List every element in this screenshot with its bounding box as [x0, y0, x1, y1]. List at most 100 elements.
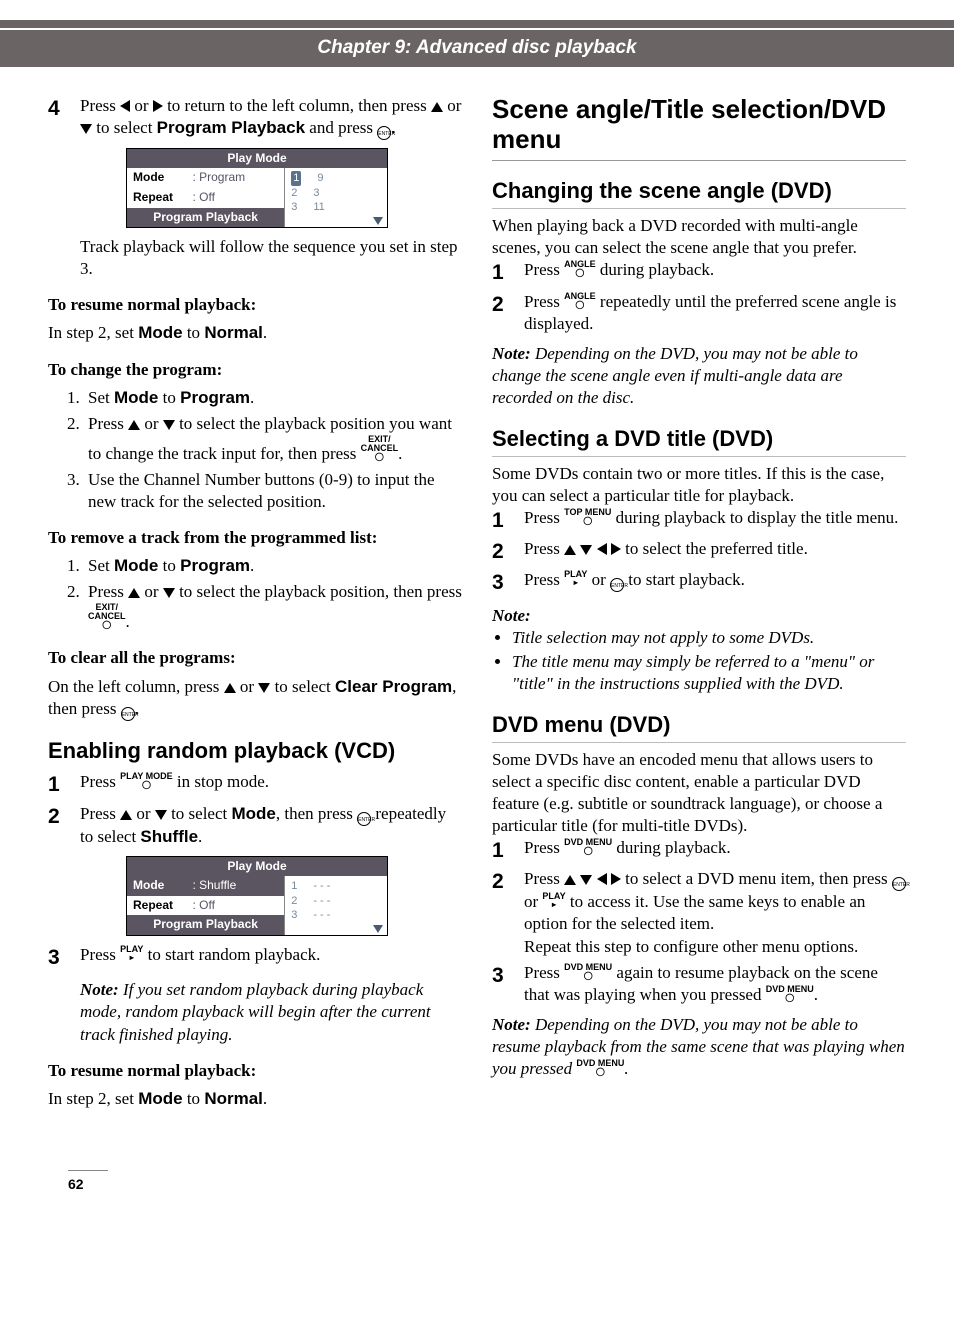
remove-heading: To remove a track from the programmed li… — [48, 527, 462, 549]
panel-repeat-value: : Off — [192, 898, 278, 914]
label-mode: Mode — [138, 323, 182, 342]
note-body: . — [624, 1059, 628, 1078]
list-item: Set Mode to Program. — [84, 387, 462, 409]
text: Press — [88, 414, 128, 433]
step-body: Press TOP MENU◯ during playback to displ… — [524, 507, 906, 534]
panel-title: Play Mode — [127, 149, 387, 169]
list-item: Title selection may not apply to some DV… — [512, 627, 906, 649]
panel-mode-label: Mode — [133, 878, 184, 894]
arrow-down-icon — [163, 588, 175, 598]
text: , then press — [276, 804, 357, 823]
text: . — [135, 699, 139, 718]
text: to start playback. — [624, 570, 745, 589]
text: in stop mode. — [173, 772, 269, 791]
play-icon: PLAY▸ — [542, 892, 565, 909]
change-heading: To change the program: — [48, 359, 462, 381]
list-item: Press or to select the playback position… — [84, 413, 462, 465]
label-mode: Mode — [138, 1089, 182, 1108]
label-clear-program: Clear Program — [335, 677, 452, 696]
step-body: Press PLAY▸ to start random playback. — [80, 944, 462, 971]
text: and press — [309, 118, 377, 137]
play-icon: PLAY▸ — [564, 570, 587, 587]
note-body: If you set random playback during playba… — [80, 980, 431, 1043]
arrow-down-icon — [155, 810, 167, 820]
list-item: Press or to select the playback position… — [84, 581, 462, 633]
arrow-left-icon — [597, 543, 607, 555]
step-body: Press or to select Mode, then press ENTE… — [80, 803, 462, 848]
text: to select — [167, 804, 232, 823]
panel-cell: 3 — [291, 200, 297, 214]
panel-repeat-label: Repeat — [133, 898, 184, 914]
resume-heading: To resume normal playback: — [48, 1060, 462, 1082]
step-number: 1 — [48, 771, 66, 798]
enter-icon: ENTER — [892, 877, 906, 891]
dvd-menu-icon: DVD MENU◯ — [564, 838, 612, 855]
arrow-up-icon — [224, 683, 236, 693]
arrow-up-icon — [120, 810, 132, 820]
step-number: 2 — [492, 868, 510, 957]
panel-cell: 1 — [291, 171, 301, 185]
text: Press — [524, 260, 564, 279]
text: or — [140, 582, 163, 601]
note-label: Note: — [80, 980, 119, 999]
panel-cell: - - - — [313, 894, 330, 908]
arrow-down-icon — [258, 683, 270, 693]
angle-icon: ANGLE◯ — [564, 260, 596, 277]
text: . — [814, 985, 818, 1004]
panel-cell: 3 — [291, 908, 297, 922]
step-number: 2 — [492, 538, 510, 565]
step-number: 4 — [48, 95, 66, 140]
text: to start random playback. — [143, 945, 320, 964]
arrow-right-icon — [611, 873, 621, 885]
list-item: Use the Channel Number buttons (0-9) to … — [84, 469, 462, 513]
step-number: 3 — [48, 944, 66, 971]
text: . — [263, 1089, 267, 1108]
text: On the left column, press — [48, 677, 224, 696]
text: Press — [80, 804, 120, 823]
note-label: Note: — [492, 344, 531, 363]
panel-cell: 9 — [317, 171, 323, 185]
note-body: Depending on the DVD, you may not be abl… — [492, 344, 858, 407]
panel-cell: 1 — [291, 879, 297, 893]
label-mode: Mode — [232, 804, 276, 823]
step-body: Press PLAY MODE◯ in stop mode. — [80, 771, 462, 798]
dvd-menu-heading: DVD menu (DVD) — [492, 711, 906, 743]
text: during playback. — [596, 260, 715, 279]
changing-scene-angle-heading: Changing the scene angle (DVD) — [492, 177, 906, 209]
chapter-title: Chapter 9: Advanced disc playback — [0, 30, 954, 67]
remove-list: Set Mode to Program. Press or to select … — [84, 555, 462, 633]
left-column: 4 Press or to return to the left column,… — [48, 95, 462, 1110]
selecting-dvd-title-heading: Selecting a DVD title (DVD) — [492, 425, 906, 457]
text: or — [140, 414, 163, 433]
text: or — [236, 677, 259, 696]
exit-cancel-icon: EXIT/CANCEL◯ — [361, 435, 399, 461]
label-program: Program — [180, 388, 250, 407]
label-normal: Normal — [204, 1089, 263, 1108]
step-body: Press to select a DVD menu item, then pr… — [524, 868, 906, 957]
enter-icon: ENTER — [377, 126, 391, 140]
step-number: 2 — [492, 291, 510, 335]
random-note: Note: If you set random playback during … — [80, 979, 462, 1045]
text: Repeat this step to configure other menu… — [524, 936, 906, 958]
text: Press — [524, 838, 564, 857]
panel-mode-label: Mode — [133, 170, 184, 186]
panel-cell: 3 — [313, 186, 319, 200]
arrow-right-icon — [153, 100, 163, 112]
label-mode: Mode — [114, 388, 158, 407]
arrow-up-icon — [431, 102, 443, 112]
text: to — [183, 1089, 205, 1108]
step-number: 1 — [492, 259, 510, 286]
panel-cell: 11 — [313, 200, 324, 214]
resume-heading: To resume normal playback: — [48, 294, 462, 316]
label-shuffle: Shuffle — [140, 827, 198, 846]
dvd-menu-icon: DVD MENU◯ — [576, 1059, 624, 1076]
play-mode-icon: PLAY MODE◯ — [120, 772, 173, 789]
text: Press — [524, 508, 564, 527]
text: . — [126, 612, 130, 631]
text: to — [158, 556, 180, 575]
text: In step 2, set — [48, 323, 138, 342]
text: during playback to display the title men… — [611, 508, 898, 527]
header-band — [0, 20, 954, 28]
text: or — [587, 570, 610, 589]
dvd-menu-icon: DVD MENU◯ — [564, 963, 612, 980]
